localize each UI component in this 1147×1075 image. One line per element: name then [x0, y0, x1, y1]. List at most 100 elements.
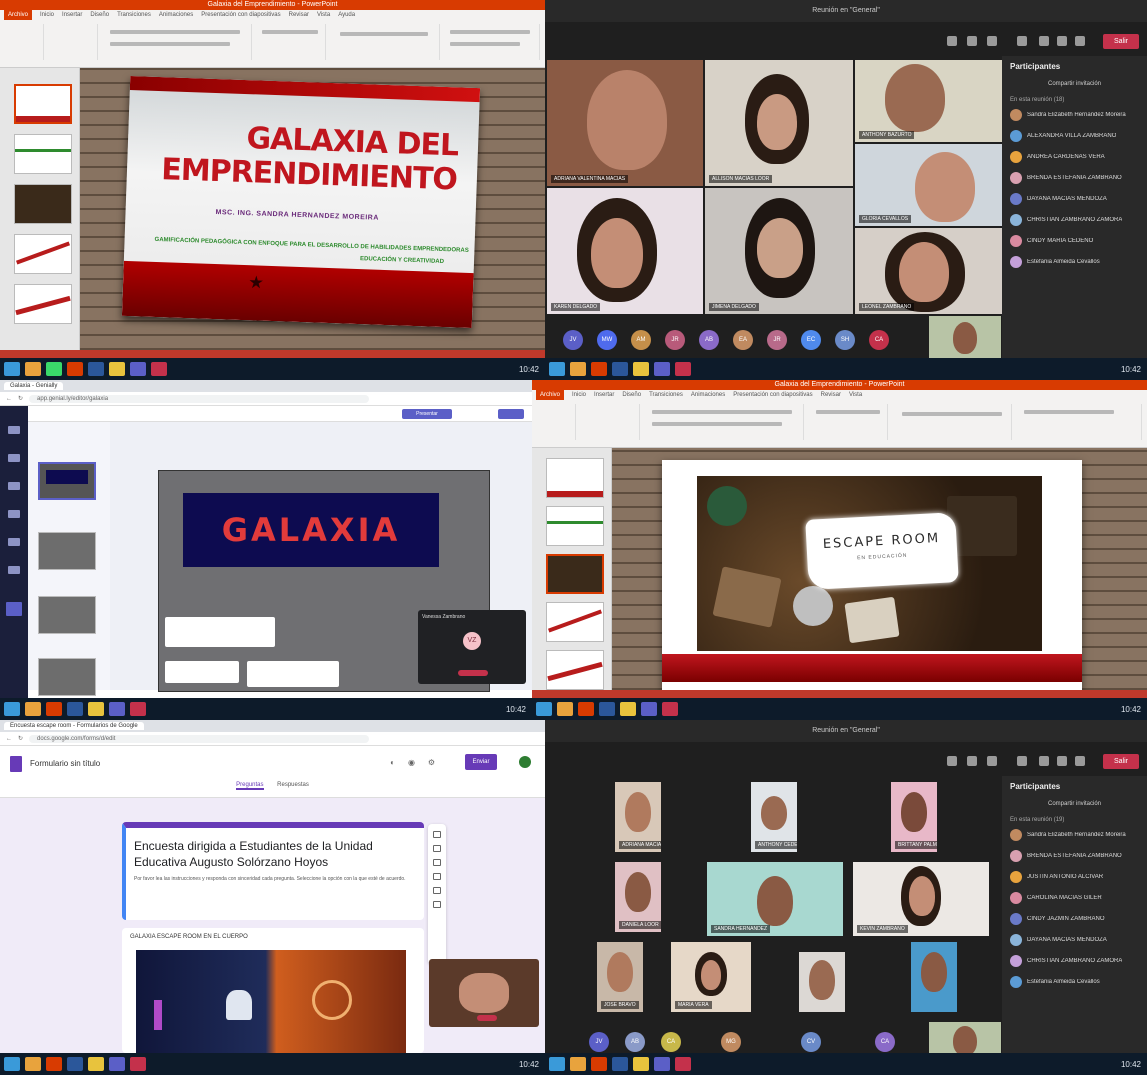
url-field[interactable]: docs.google.com/forms/d/edit [29, 734, 370, 743]
image-question-card[interactable]: GALAXIA ESCAPE ROOM EN EL CUERPO [122, 928, 424, 1070]
self-view-tile[interactable] [929, 316, 1001, 358]
tab-file[interactable]: Archivo [536, 390, 565, 400]
video-tile[interactable]: KEVIN ZAMBRANO [853, 862, 989, 936]
share-icon[interactable] [1075, 756, 1085, 766]
slide-escape-room[interactable]: ESCAPE ROOM EN EDUCACIÓN [662, 460, 1082, 690]
chrome-icon[interactable] [25, 1057, 41, 1071]
reactions-icon[interactable] [987, 36, 997, 46]
page-thumb-4[interactable] [38, 658, 96, 696]
page-thumb-3[interactable] [38, 596, 96, 634]
chrome-icon[interactable] [570, 1057, 586, 1071]
tab-responses[interactable]: Respuestas [277, 782, 309, 788]
participant-row[interactable]: BRENDA ESTEFANIA ZAMBRANO [1010, 850, 1139, 862]
app-icon[interactable] [151, 362, 167, 376]
back-icon[interactable]: ← [6, 396, 12, 402]
page-thumb-1[interactable] [38, 462, 96, 500]
word-icon[interactable] [67, 1057, 83, 1071]
teams-icon[interactable] [654, 1057, 670, 1071]
start-icon[interactable] [536, 702, 552, 716]
tab-insert[interactable]: Insertar [62, 10, 82, 20]
add-section-icon[interactable] [433, 901, 441, 908]
app-icon[interactable] [662, 702, 678, 716]
tab-home[interactable]: Inicio [572, 390, 586, 400]
text-box[interactable] [247, 661, 339, 687]
chrome-icon[interactable] [557, 702, 573, 716]
participant-row[interactable]: CHRISTIAN ZAMBRANO ZAMORA [1010, 214, 1139, 226]
tab-slideshow[interactable]: Presentación con diapositivas [733, 390, 812, 400]
add-title-icon[interactable] [433, 859, 441, 866]
pages-tool-icon[interactable] [6, 602, 22, 616]
app-icon[interactable] [130, 1057, 146, 1071]
video-tile[interactable]: LEONEL ZAMBRANO [855, 228, 1003, 314]
tab-review[interactable]: Revisar [289, 10, 309, 20]
teams-icon[interactable] [130, 362, 146, 376]
text-box[interactable] [165, 661, 239, 683]
share-invite-button[interactable]: Compartir invitación [1010, 801, 1139, 807]
teams-icon[interactable] [109, 702, 125, 716]
slide-thumb-5[interactable] [546, 650, 604, 690]
end-call-button[interactable] [458, 670, 488, 676]
slide-thumb-3[interactable] [546, 554, 604, 594]
app-icon[interactable] [130, 702, 146, 716]
video-tile[interactable]: ANTHONY CEDEÑO [751, 782, 797, 852]
participant-row[interactable]: CINDY MARIA CEDEÑO [1010, 235, 1139, 247]
participant-row[interactable]: JUSTIN ANTONIO ALCIVAR [1010, 871, 1139, 883]
galaxia-banner[interactable]: GALAXIA [183, 493, 439, 567]
folder-icon[interactable] [633, 362, 649, 376]
escape-room-image[interactable] [136, 950, 406, 1070]
participant-row[interactable]: DAYANA MACIAS MENDOZA [1010, 934, 1139, 946]
tab-home[interactable]: Inicio [40, 10, 54, 20]
form-description[interactable]: Por favor lea las instrucciones y respon… [134, 876, 416, 883]
image-tool-icon[interactable] [8, 454, 20, 462]
participant-bubble[interactable]: MG [721, 1032, 741, 1052]
powerpoint-icon[interactable] [46, 1057, 62, 1071]
tab-file[interactable]: Archivo [4, 10, 33, 20]
teams-icon[interactable] [654, 362, 670, 376]
leave-button[interactable]: Salir [1103, 34, 1139, 49]
participant-row[interactable]: Estefania Almeida Cevallos [1010, 256, 1139, 268]
start-icon[interactable] [549, 362, 565, 376]
tab-design[interactable]: Diseño [622, 390, 641, 400]
tab-help[interactable]: Ayuda [338, 10, 355, 20]
start-icon[interactable] [4, 362, 20, 376]
folder-icon[interactable] [109, 362, 125, 376]
slide-thumb-5[interactable] [14, 284, 72, 324]
video-tile[interactable]: KAREN DELGADO [547, 188, 703, 314]
participant-row[interactable]: Sandra Elizabeth Hernandez Moreira [1010, 109, 1139, 121]
powerpoint-icon[interactable] [591, 1057, 607, 1071]
slide-thumb-2[interactable] [14, 134, 72, 174]
chrome-icon[interactable] [570, 362, 586, 376]
participant-row[interactable]: Sandra Elizabeth Hernandez Moreira [1010, 829, 1139, 841]
participant-row[interactable]: DAYANA MACIAS MENDOZA [1010, 193, 1139, 205]
more-icon[interactable] [1017, 756, 1027, 766]
page-thumb-2[interactable] [38, 532, 96, 570]
video-tile[interactable]: ADRIANA VALENTINA MACIAS [547, 60, 703, 186]
insert-tool-icon[interactable] [8, 538, 20, 546]
participant-bubble[interactable]: CA [869, 330, 889, 350]
teams-icon[interactable] [641, 702, 657, 716]
app-icon[interactable] [46, 362, 62, 376]
import-question-icon[interactable] [433, 845, 441, 852]
end-call-button[interactable] [477, 1015, 497, 1021]
paste-group[interactable] [536, 404, 576, 440]
participant-row[interactable]: BRENDA ESTEFANIA ZAMBRANO [1010, 172, 1139, 184]
participant-bubble[interactable]: MW [597, 330, 617, 350]
slide-thumb-1[interactable] [14, 84, 72, 124]
slide-galaxia[interactable]: GALAXIA DEL EMPRENDIMIENTO MSC. ING. SAN… [121, 75, 481, 329]
word-icon[interactable] [67, 702, 83, 716]
participant-bubble[interactable]: JV [563, 330, 583, 350]
participant-bubble[interactable]: JR [665, 330, 685, 350]
participants-icon[interactable] [947, 756, 957, 766]
tab-view[interactable]: Vista [849, 390, 862, 400]
app-icon[interactable] [675, 1057, 691, 1071]
chat-icon[interactable] [967, 36, 977, 46]
participant-bubble[interactable]: EA [733, 330, 753, 350]
back-icon[interactable]: ← [6, 736, 12, 742]
participant-bubble[interactable]: JR [767, 330, 787, 350]
slide-thumb-4[interactable] [14, 234, 72, 274]
participant-row[interactable]: CAROLINA MACIAS GILER [1010, 892, 1139, 904]
present-button[interactable]: Presentar [402, 409, 452, 419]
background-tool-icon[interactable] [8, 566, 20, 574]
start-icon[interactable] [4, 702, 20, 716]
video-tile[interactable]: ANTHONY BAZURTO [855, 60, 1003, 142]
